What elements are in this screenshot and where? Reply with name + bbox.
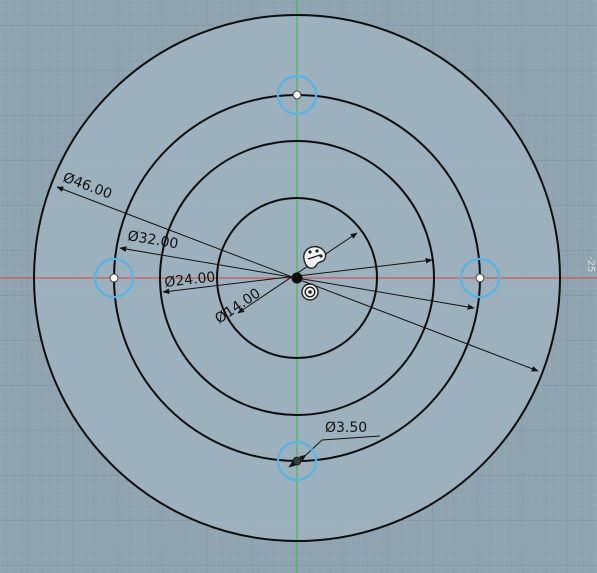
axis-coordinate-label: -25: [585, 256, 596, 272]
concentric-constraint-icon[interactable]: [301, 283, 319, 301]
sketch-canvas[interactable]: Ø46.00 Ø32.00 Ø24.00 Ø14.00 Ø3.50 -25: [0, 0, 597, 573]
dimension-label-d3-5[interactable]: Ø3.50: [325, 420, 367, 436]
origin-point-icon[interactable]: [291, 272, 303, 284]
